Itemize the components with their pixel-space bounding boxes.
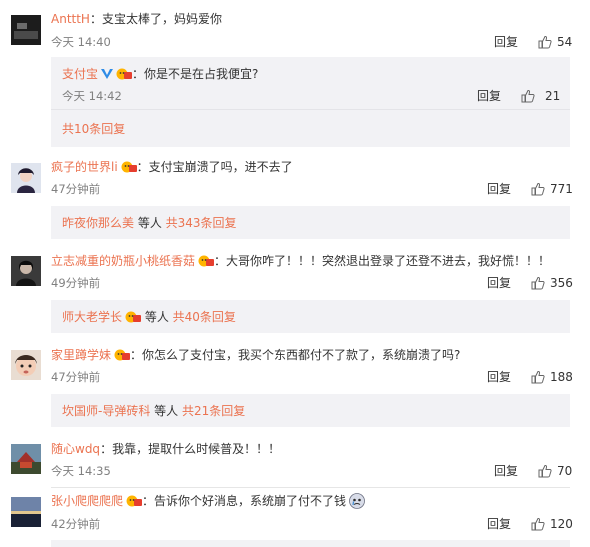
- comment-line: 张小爬爬爬爬 ：告诉你个好消息，系统崩了付不了钱: [51, 493, 365, 509]
- avatar[interactable]: [11, 256, 41, 286]
- thumbs-up-icon[interactable]: [531, 517, 545, 531]
- avatar[interactable]: [11, 15, 41, 45]
- timestamp: 今天 14:42: [62, 89, 122, 103]
- crying-face-icon: [349, 493, 365, 509]
- comment-text: ：支宝太棒了，妈妈爱你: [89, 12, 222, 26]
- divider: [51, 109, 570, 110]
- username[interactable]: 立志减重的奶瓶小桃纸香菇: [51, 254, 195, 268]
- username[interactable]: 支付宝: [62, 67, 98, 81]
- avatar[interactable]: [11, 497, 41, 527]
- comment-text: ：大哥你咋了！！！突然退出登录了还登不进去，我好慌！！！: [214, 254, 551, 268]
- reply-box: 昨夜你那么美 等人 共343条回复: [51, 206, 570, 239]
- username[interactable]: 疯子的世界li: [51, 160, 118, 174]
- reply-user[interactable]: 师大老学长: [62, 310, 122, 324]
- like-count: 54: [557, 35, 573, 49]
- username[interactable]: 家里蹲学妹: [51, 348, 111, 362]
- reply-button[interactable]: 回复: [487, 517, 511, 531]
- more-replies-link[interactable]: 坎国师-导弹砖科 等人 共21条回复: [62, 404, 245, 418]
- timestamp: 47分钟前: [51, 182, 101, 196]
- more-replies-link[interactable]: 共10条回复: [62, 122, 125, 136]
- more-replies-link[interactable]: 师大老学长 等人 共40条回复: [62, 310, 236, 324]
- reply-button[interactable]: 回复: [494, 464, 518, 478]
- reply-user[interactable]: 坎国师-导弹砖科: [62, 404, 150, 418]
- reply-button[interactable]: 回复: [487, 276, 511, 290]
- vip-badge-icon: [126, 495, 143, 507]
- others-label: 等人: [141, 310, 173, 324]
- timestamp: 今天 14:40: [51, 35, 111, 49]
- more-replies-count[interactable]: 共40条回复: [173, 310, 236, 324]
- sub-reply-line: 支付宝 ：你是不是在占我便宜?: [62, 66, 258, 82]
- comment-line: 随心wdq：我靠，提取什么时候普及！！！: [51, 441, 280, 457]
- username[interactable]: 张小爬爬爬爬: [51, 494, 123, 508]
- username[interactable]: 随心wdq: [51, 442, 100, 456]
- thumbs-up-icon[interactable]: [531, 182, 545, 196]
- others-label: 等人: [150, 404, 182, 418]
- comment-line: AntttH：支宝太棒了，妈妈爱你: [51, 11, 222, 27]
- vip-badge-icon: [121, 161, 137, 173]
- comment-line: 疯子的世界li ：支付宝崩溃了吗，进不去了: [51, 159, 293, 175]
- vip-badge-icon: [125, 311, 142, 323]
- others-label: 等人: [134, 216, 166, 230]
- comment-text: ：支付宝崩溃了吗，进不去了: [136, 160, 293, 174]
- reply-box: 坎国师-导弹砖科 等人 共21条回复: [51, 394, 570, 427]
- comment-text: ：你怎么了支付宝，我买个东西都付不了款了，系统崩溃了吗?: [130, 348, 461, 362]
- like-count: 771: [550, 182, 573, 196]
- reply-user[interactable]: 昨夜你那么美: [62, 216, 134, 230]
- thumbs-up-icon[interactable]: [538, 35, 552, 49]
- reply-button[interactable]: 回复: [487, 370, 511, 384]
- timestamp: 42分钟前: [51, 517, 101, 531]
- divider: [51, 487, 570, 488]
- comment-text: ：我靠，提取什么时候普及！！！: [100, 442, 281, 456]
- more-replies-link[interactable]: 昨夜你那么美 等人 共343条回复: [62, 216, 237, 230]
- vip-badge-icon: [198, 255, 215, 267]
- thumbs-up-icon[interactable]: [521, 89, 535, 103]
- timestamp: 今天 14:35: [51, 464, 111, 478]
- username[interactable]: AntttH: [51, 12, 90, 26]
- avatar[interactable]: [11, 350, 41, 380]
- like-count: 21: [545, 89, 561, 103]
- reply-text: ：你是不是在占我便宜?: [132, 67, 259, 81]
- like-count: 120: [550, 517, 573, 531]
- thumbs-up-icon[interactable]: [531, 370, 545, 384]
- comment-line: 家里蹲学妹 ：你怎么了支付宝，我买个东西都付不了款了，系统崩溃了吗?: [51, 347, 460, 363]
- like-count: 356: [550, 276, 573, 290]
- reply-button[interactable]: 回复: [487, 182, 511, 196]
- comment-text: ：告诉你个好消息，系统崩了付不了钱: [142, 494, 347, 508]
- more-replies-count[interactable]: 共10条回复: [62, 122, 125, 136]
- thumbs-up-icon[interactable]: [531, 276, 545, 290]
- like-count: 188: [550, 370, 573, 384]
- reply-box: 支付宝 ：你是不是在占我便宜? 今天 14:42 回复 21 共10条回复: [51, 57, 570, 147]
- more-replies-count[interactable]: 共21条回复: [182, 404, 245, 418]
- reply-box-edge: [51, 540, 570, 547]
- verified-v-icon: [101, 69, 114, 79]
- reply-button[interactable]: 回复: [477, 89, 501, 103]
- reply-box: 师大老学长 等人 共40条回复: [51, 300, 570, 333]
- vip-badge-icon: [116, 68, 133, 80]
- avatar[interactable]: [11, 444, 41, 474]
- comment-line: 立志减重的奶瓶小桃纸香菇 ：大哥你咋了！！！突然退出登录了还登不进去，我好慌！！！: [51, 253, 550, 269]
- timestamp: 47分钟前: [51, 370, 101, 384]
- more-replies-count[interactable]: 共343条回复: [166, 216, 237, 230]
- timestamp: 49分钟前: [51, 276, 101, 290]
- avatar[interactable]: [11, 163, 41, 193]
- vip-badge-icon: [114, 349, 131, 361]
- like-count: 70: [557, 464, 573, 478]
- reply-button[interactable]: 回复: [494, 35, 518, 49]
- thumbs-up-icon[interactable]: [538, 464, 552, 478]
